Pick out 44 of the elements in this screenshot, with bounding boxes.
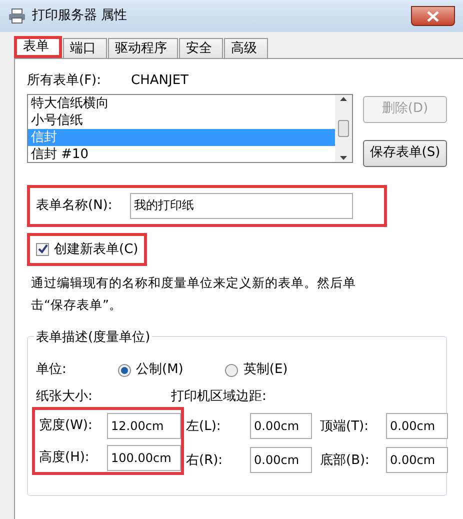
close-button[interactable] — [411, 6, 455, 26]
radio-label[interactable]: 英制(E) — [243, 360, 288, 380]
list-item[interactable]: 小号信纸 — [28, 112, 335, 128]
radio-label[interactable]: 公制(M) — [136, 360, 184, 380]
window-title: 打印服务器 属性 — [32, 7, 128, 26]
units-label: 单位: — [36, 361, 68, 380]
field-label: 底部(B): — [320, 452, 370, 470]
margin-field[interactable]: 0.00cm — [250, 447, 312, 473]
margin-field[interactable]: 0.00cm — [386, 447, 448, 473]
form-name-field[interactable]: 我的打印纸 — [130, 192, 353, 218]
server-name: CHANJET — [131, 72, 188, 90]
field-label: 顶端(T): — [320, 418, 370, 436]
field-label: 右(R): — [186, 452, 224, 470]
field-label: 宽度(W): — [39, 417, 94, 436]
scroll-thumb[interactable] — [338, 120, 349, 136]
scrollbar[interactable] — [335, 94, 352, 162]
radio-button[interactable] — [118, 364, 131, 376]
printer-icon — [8, 8, 26, 24]
margin-field[interactable]: 0.00cm — [250, 413, 312, 439]
close-icon — [427, 10, 439, 22]
tab[interactable]: 驱动程序 — [108, 38, 178, 58]
scroll-up-icon[interactable] — [340, 96, 347, 100]
tab[interactable]: 表单 — [14, 36, 62, 58]
form-button[interactable]: 保存表单(S) — [363, 140, 447, 166]
scroll-down-icon[interactable] — [340, 156, 347, 160]
form-name-label: 表单名称(N): — [36, 196, 114, 215]
tab[interactable]: 安全 — [179, 38, 223, 58]
radio-button[interactable] — [225, 364, 238, 376]
create-new-checkbox[interactable] — [36, 242, 49, 256]
margins-label: 打印机区域边距: — [171, 388, 266, 406]
tab[interactable]: 高级 — [224, 38, 268, 58]
description-text: 通过编辑现有的名称和度量单位来定义新的表单。然后单击“保存表单”。 — [30, 274, 357, 314]
paper-size-label: 纸张大小: — [36, 388, 94, 406]
margin-field[interactable]: 0.00cm — [386, 413, 448, 439]
create-new-label[interactable]: 创建新表单(C) — [54, 240, 138, 259]
size-field[interactable]: 100.00cm — [107, 445, 181, 471]
list-item[interactable]: 信封 #10 — [28, 146, 335, 162]
forms-label: 所有表单(F): — [27, 72, 102, 90]
size-field[interactable]: 12.00cm — [107, 413, 181, 439]
field-label: 左(L): — [186, 418, 222, 436]
field-label: 高度(H): — [39, 449, 90, 468]
form-list[interactable]: 特大信纸横向 小号信纸 信封 信封 #10 — [27, 94, 353, 162]
list-item[interactable]: 特大信纸横向 — [28, 94, 335, 112]
tab[interactable]: 端口 — [63, 38, 107, 58]
